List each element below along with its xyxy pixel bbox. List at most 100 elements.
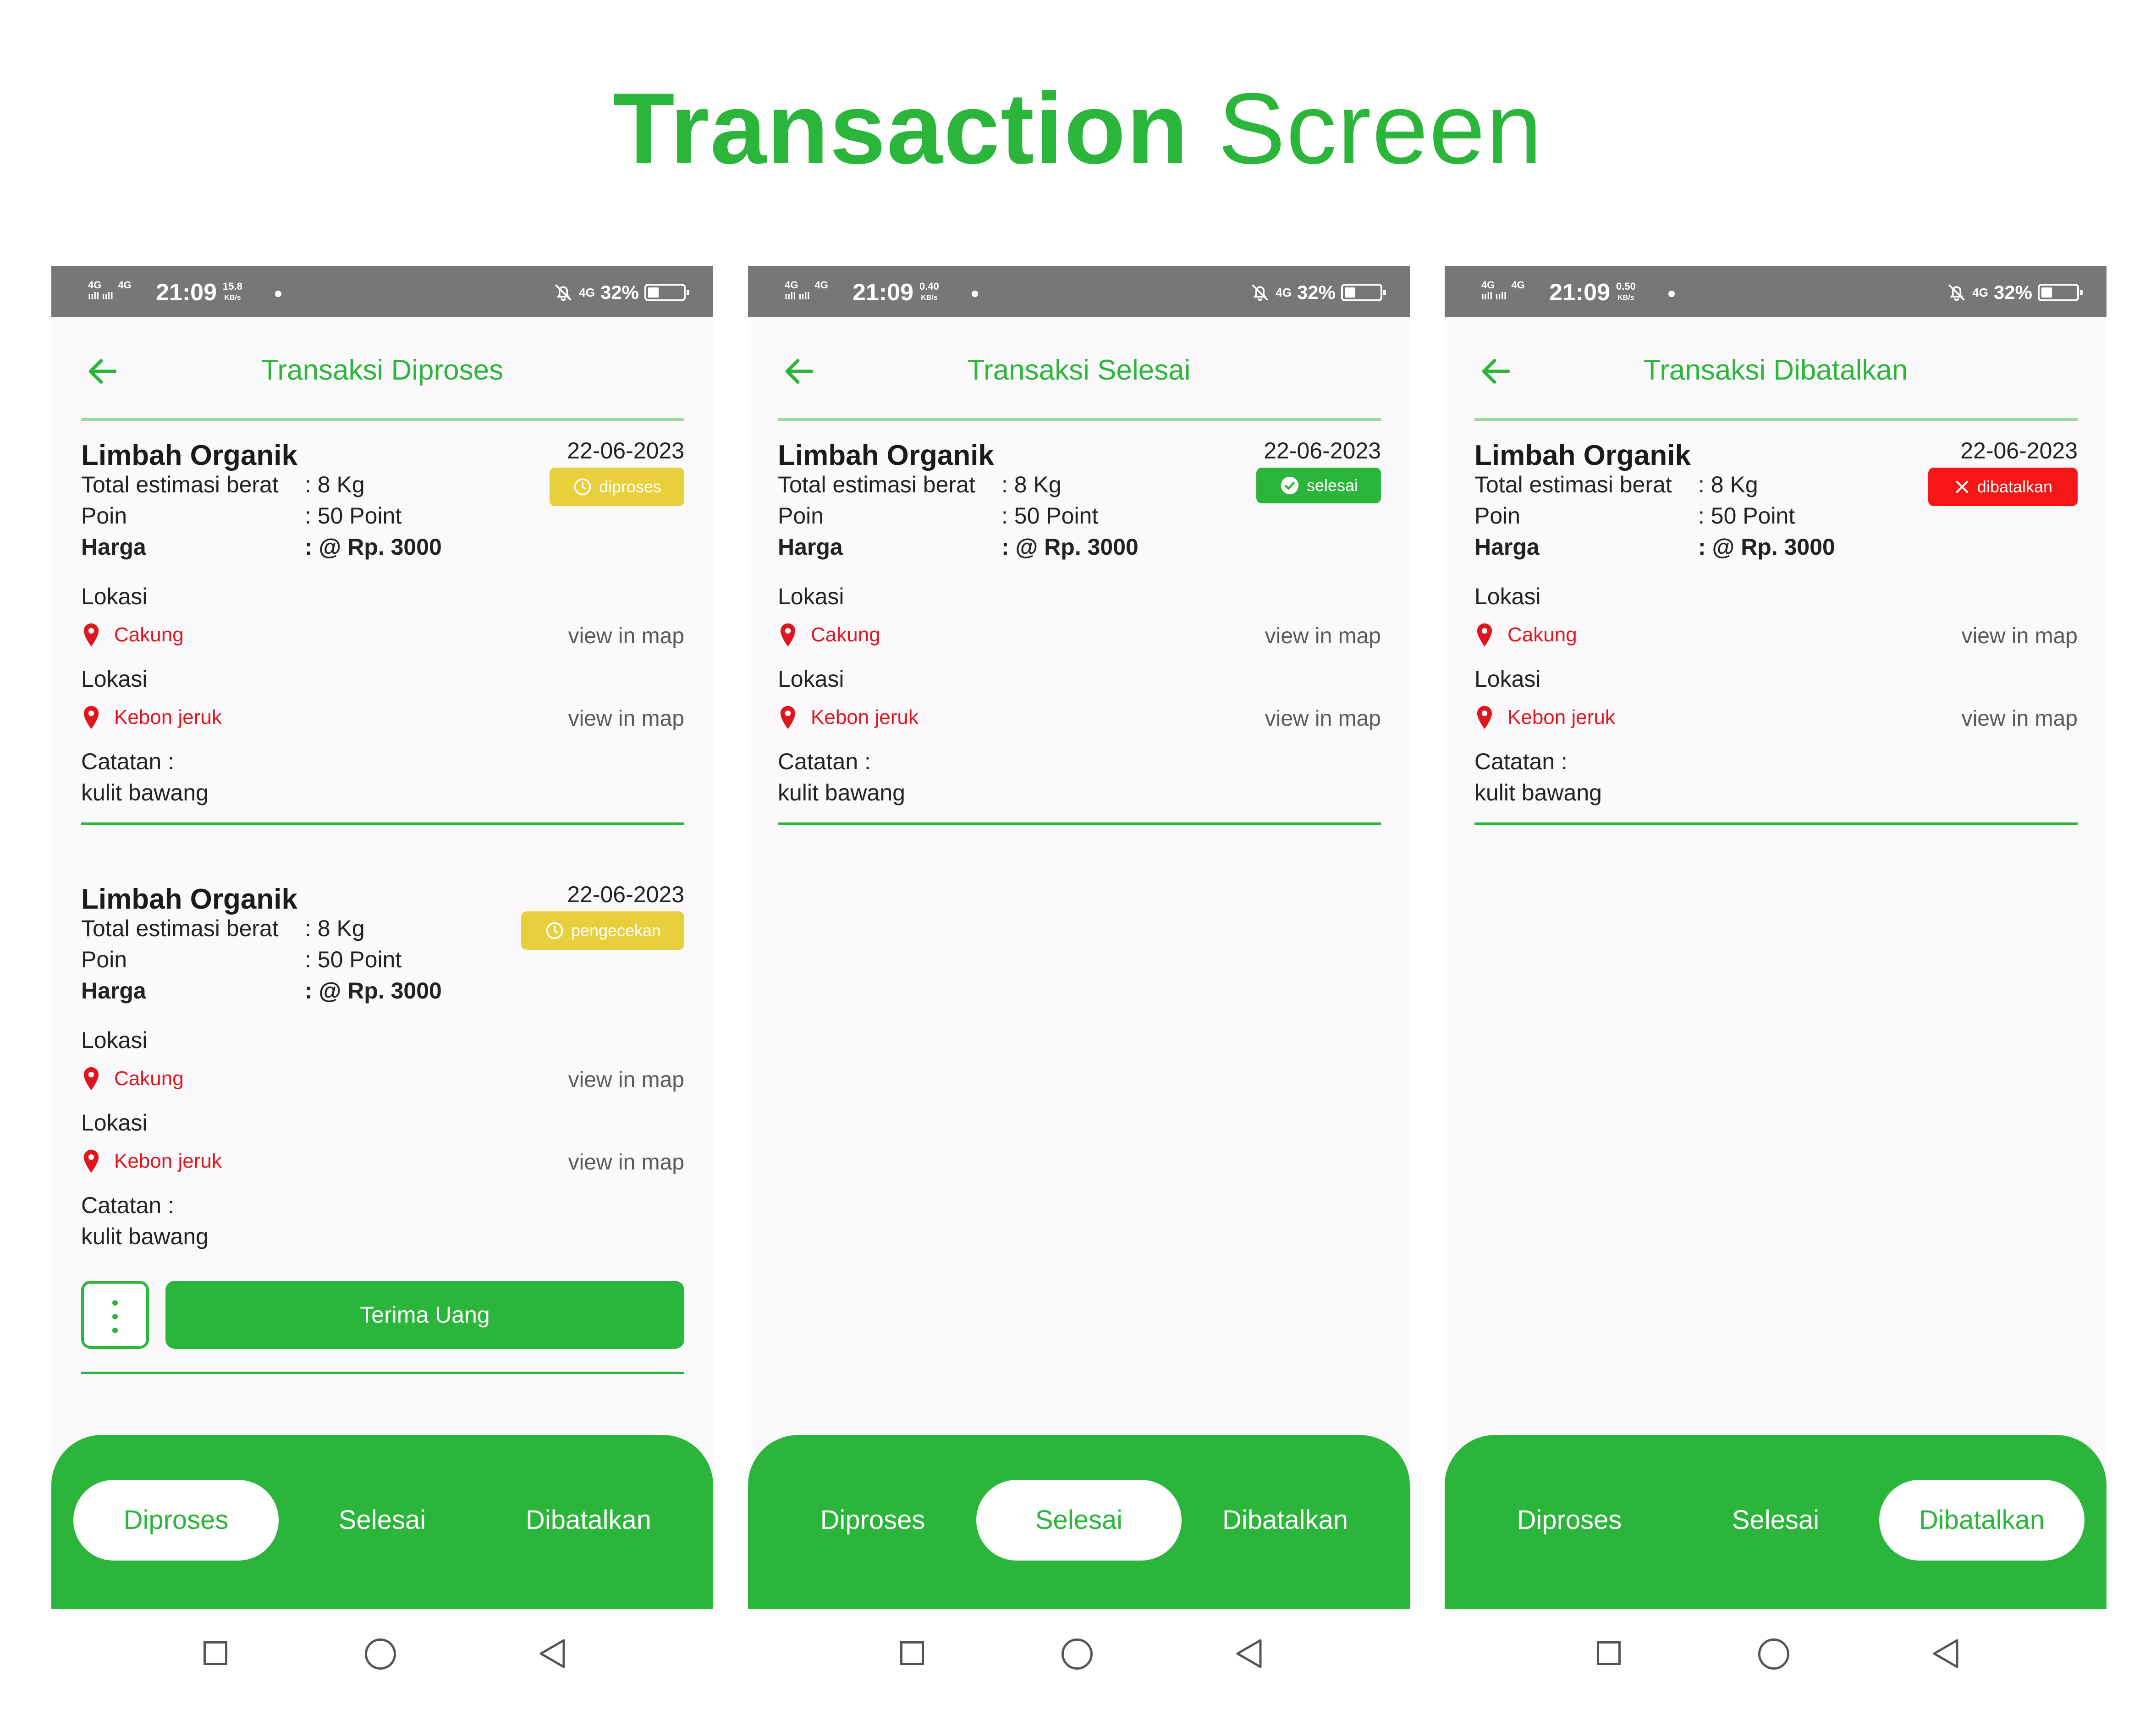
tab-dibatalkan[interactable]: Dibatalkan <box>486 1480 691 1561</box>
tab-diproses[interactable]: Diproses <box>73 1480 279 1561</box>
status-badge: pengecekan <box>521 911 684 950</box>
notification-dot <box>972 291 978 297</box>
destination-location: Kebon jeruk <box>778 705 918 730</box>
network-speed: 0.50 KB/s <box>1616 281 1636 302</box>
app-bar: Transaksi Diproses <box>51 317 713 409</box>
clock-icon <box>574 478 591 496</box>
app-bar: Transaksi Dibatalkan <box>1445 317 2106 409</box>
transaction-date: 22-06-2023 <box>567 438 684 463</box>
waste-type: Limbah Organik <box>778 440 994 471</box>
card-divider <box>81 1372 684 1374</box>
battery-percent: 32% <box>600 281 639 303</box>
kebab-dot <box>112 1328 118 1333</box>
battery-percent: 32% <box>1297 281 1336 303</box>
status-right: 4G 32% <box>1250 280 1386 305</box>
card-divider <box>81 822 684 825</box>
waste-type: Limbah Organik <box>81 440 297 471</box>
back-triangle-icon[interactable] <box>537 1638 567 1670</box>
screen: 4G 4G ııll ııll 21:09 0.50 KB/s 4G 32% Tra… <box>1445 266 2106 1609</box>
page-title: Transaksi Diproses <box>261 354 504 386</box>
notification-dot <box>1668 291 1675 297</box>
note-value: kulit bawang <box>81 1224 209 1249</box>
destination-location: Kebon jeruk <box>81 705 222 730</box>
location-pin-icon <box>83 1149 99 1173</box>
view-in-map-link[interactable]: view in map <box>568 1150 684 1175</box>
view-in-map-link[interactable]: view in map <box>1265 706 1381 731</box>
more-options-button[interactable] <box>81 1281 149 1349</box>
location-pin-icon <box>83 623 99 647</box>
network-type: 4G <box>1972 285 1988 299</box>
view-in-map-link[interactable]: view in map <box>1265 623 1381 649</box>
phone-dibatalkan: 4G 4G ııll ııll 21:09 0.50 KB/s 4G 32% Tra… <box>1445 266 2106 1701</box>
tab-selesai[interactable]: Selesai <box>1673 1480 1878 1561</box>
status-bar: 4G 4G ııll ııll 21:09 0.50 KB/s 4G 32% <box>1445 266 2106 317</box>
page-headline: Transaction Screen <box>0 69 2156 188</box>
system-nav-bar <box>748 1609 1410 1701</box>
mute-bell-icon <box>1948 284 1965 301</box>
mute-bell-icon <box>1252 284 1269 301</box>
transaction-card-continued: Kebon jeruk view in map Catatan : kulit … <box>778 705 1381 879</box>
kebab-dot <box>112 1314 118 1319</box>
system-nav-bar <box>1445 1609 2106 1701</box>
phone-diproses: 4G 4G ııll ııll 21:09 15.8 KB/s 4G 32% Tra… <box>51 266 713 1701</box>
tab-dibatalkan[interactable]: Dibatalkan <box>1879 1480 2084 1561</box>
recents-square-icon[interactable] <box>204 1641 227 1665</box>
transaction-card-continued: Kebon jeruk view in map Catatan : kulit … <box>81 705 684 879</box>
receive-money-button[interactable]: Terima Uang <box>165 1281 684 1349</box>
location-label: Lokasi <box>778 666 844 692</box>
network-type: 4G <box>1276 285 1292 299</box>
tab-diproses[interactable]: Diproses <box>1467 1480 1672 1561</box>
location-pin-icon <box>83 706 99 729</box>
recents-square-icon[interactable] <box>1597 1641 1621 1665</box>
transaction-card[interactable]: Limbah Organik 22-06-2023 diproses Total… <box>81 421 684 705</box>
note-label: Catatan : <box>81 1192 174 1218</box>
location-label: Lokasi <box>81 584 148 609</box>
status-bar: 4G 4G ııll ııll 21:09 15.8 KB/s 4G 32% <box>51 266 713 317</box>
note-label: Catatan : <box>778 749 871 774</box>
transaction-card[interactable]: Limbah Organik 22-06-2023 selesai Total … <box>778 421 1381 705</box>
pickup-location: Cakung <box>81 1066 184 1091</box>
transaction-card-continued: Kebon jeruk view in map Catatan : kulit … <box>1474 705 2078 879</box>
status-badge: selesai <box>1256 468 1381 503</box>
headline-light: Screen <box>1218 72 1543 185</box>
page-title: Transaksi Dibatalkan <box>1643 354 1908 386</box>
recents-square-icon[interactable] <box>900 1641 924 1665</box>
home-circle-icon[interactable] <box>365 1638 396 1670</box>
tab-dibatalkan[interactable]: Dibatalkan <box>1182 1480 1388 1561</box>
transaction-date: 22-06-2023 <box>1264 438 1381 463</box>
notification-dot <box>275 291 281 297</box>
status-badge: dibatalkan <box>1928 468 2078 506</box>
pickup-location: Cakung <box>81 623 184 647</box>
back-triangle-icon[interactable] <box>1234 1638 1264 1670</box>
location-label: Lokasi <box>81 1027 148 1053</box>
signal-icon: 4G 4G ııll ııll <box>1481 279 1525 302</box>
back-triangle-icon[interactable] <box>1930 1638 1961 1670</box>
view-in-map-link[interactable]: view in map <box>1962 623 2078 649</box>
destination-location: Kebon jeruk <box>1474 705 1615 730</box>
transaction-card[interactable]: Limbah Organik 22-06-2023 dibatalkan Tot… <box>1474 421 2078 705</box>
status-time: 21:09 <box>1549 279 1610 306</box>
transaction-card[interactable]: Limbah Organik 22-06-2023 pengecekan Tot… <box>81 865 684 1149</box>
home-circle-icon[interactable] <box>1062 1638 1093 1670</box>
home-circle-icon[interactable] <box>1758 1638 1789 1670</box>
network-type: 4G <box>579 285 595 299</box>
view-in-map-link[interactable]: view in map <box>568 1067 684 1092</box>
network-speed: 15.8 KB/s <box>223 281 242 302</box>
view-in-map-link[interactable]: view in map <box>1962 706 2078 731</box>
location-label: Lokasi <box>1474 666 1541 692</box>
status-time: 21:09 <box>156 279 217 306</box>
screen: 4G 4G ııll ııll 21:09 0.40 KB/s 4G 32% Tra… <box>748 266 1410 1609</box>
app-bar: Transaksi Selesai <box>748 317 1410 409</box>
view-in-map-link[interactable]: view in map <box>568 623 684 649</box>
status-time: 21:09 <box>852 279 913 306</box>
tab-selesai[interactable]: Selesai <box>280 1480 485 1561</box>
note-label: Catatan : <box>1474 749 1568 774</box>
tab-selesai[interactable]: Selesai <box>976 1480 1182 1561</box>
tab-diproses[interactable]: Diproses <box>770 1480 975 1561</box>
view-in-map-link[interactable]: view in map <box>568 706 684 731</box>
card-divider <box>1474 822 2078 825</box>
system-nav-bar <box>51 1609 713 1701</box>
location-pin-icon <box>83 1067 99 1091</box>
clock-icon <box>546 922 563 939</box>
location-pin-icon <box>1477 706 1492 729</box>
